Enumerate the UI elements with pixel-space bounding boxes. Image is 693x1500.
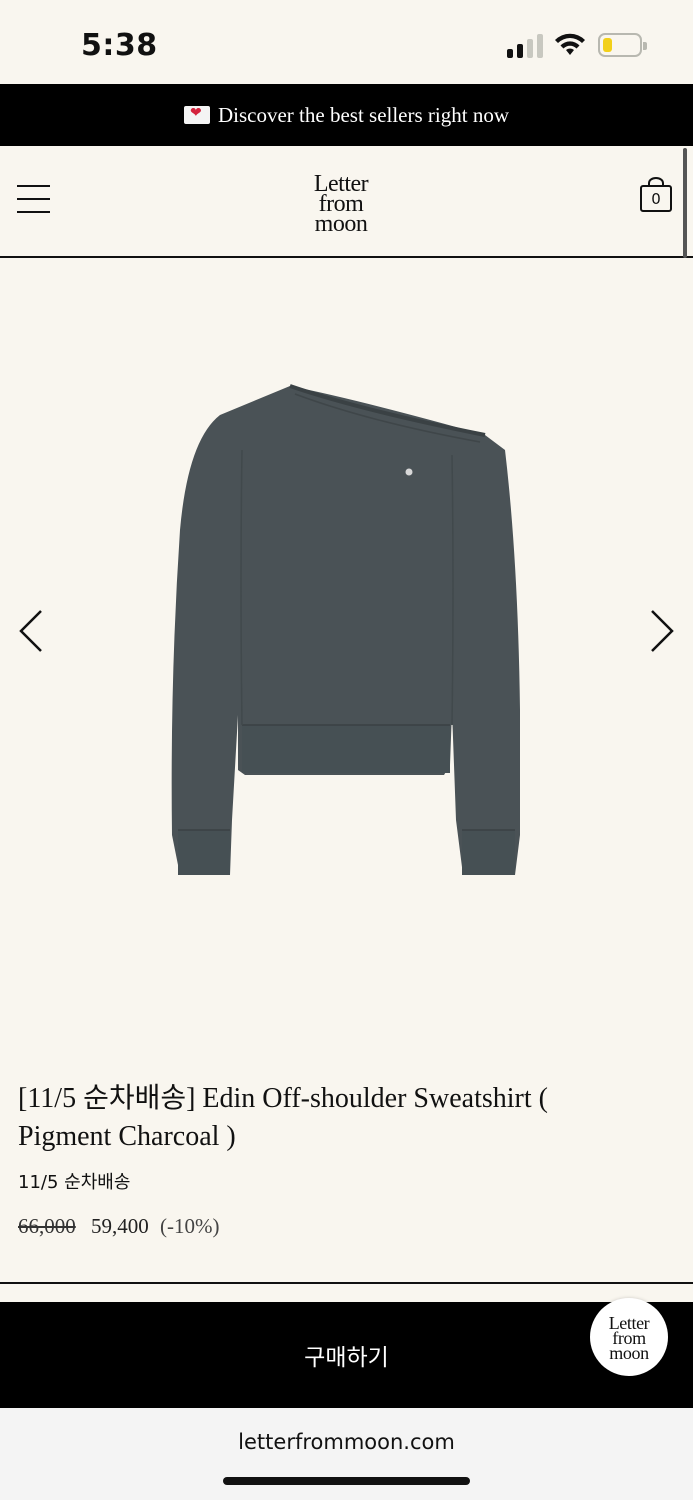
price-row: 66,000 59,400 (-10%) [18, 1214, 219, 1239]
product-image [171, 384, 520, 875]
cellular-signal-icon [507, 34, 543, 58]
status-bar: 5:38 [0, 0, 693, 84]
heart-letter-icon [183, 105, 210, 124]
logo-line-3: moon [314, 211, 368, 237]
divider [0, 1282, 693, 1284]
floating-logo-button[interactable]: Letter from moon [590, 1298, 668, 1376]
buy-button-label: 구매하기 [304, 1345, 389, 1371]
sale-price: 59,400 [91, 1214, 149, 1238]
original-price: 66,000 [18, 1214, 76, 1238]
wifi-icon [555, 33, 585, 55]
promo-banner[interactable]: Discover the best sellers right now [0, 84, 693, 146]
chevron-right-icon[interactable] [647, 608, 677, 654]
battery-icon [598, 33, 647, 57]
shopping-bag-icon[interactable]: 0 [639, 177, 673, 213]
hamburger-menu-icon[interactable] [17, 185, 50, 215]
cart-count: 0 [651, 190, 661, 208]
product-shipping-note: 11/5 순차배송 [18, 1172, 131, 1193]
scroll-indicator [683, 148, 687, 258]
product-image-carousel[interactable] [0, 260, 693, 1000]
chevron-left-icon[interactable] [16, 608, 46, 654]
url-text[interactable]: letterfrommoon.com [0, 1430, 693, 1454]
home-indicator[interactable] [223, 1477, 470, 1485]
discount-percent: (-10%) [160, 1214, 220, 1238]
site-logo[interactable]: Letter from moon [296, 172, 386, 237]
floating-logo-line-3: moon [609, 1343, 649, 1363]
promo-text: Discover the best sellers right now [217, 102, 510, 127]
site-header: Letter from moon 0 [0, 146, 693, 258]
product-title: [11/5 순차배송] Edin Off-shoulder Sweatshirt… [18, 1083, 548, 1152]
status-time: 5:38 [81, 28, 158, 63]
browser-url-bar[interactable]: letterfrommoon.com [0, 1408, 693, 1500]
